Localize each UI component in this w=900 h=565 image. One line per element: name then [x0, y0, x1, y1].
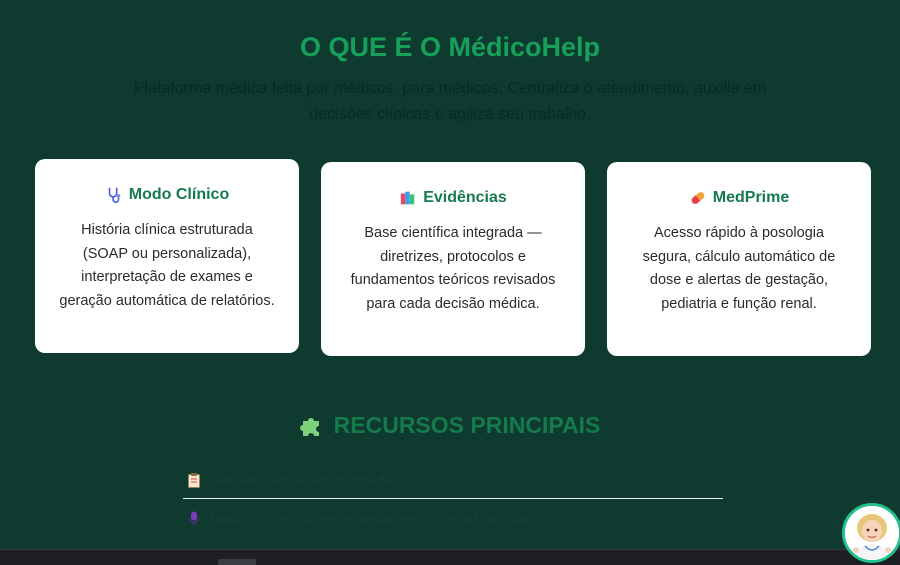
card-medprime: MedPrime Acesso rápido à posologia segur… [607, 162, 871, 356]
card-title-row: MedPrime [607, 188, 871, 208]
card-text: Base científica integrada — diretrizes, … [350, 225, 556, 312]
resources-list: História Clínica Automatizada Modo Voz —… [183, 462, 723, 536]
doctor-avatar[interactable] [842, 503, 900, 563]
list-item: História Clínica Automatizada [183, 462, 723, 499]
books-icon [400, 191, 415, 205]
card-text: História clínica estruturada (SOAP ou pe… [59, 222, 275, 309]
list-item: Modo Voz — converse diretamente com a Dr… [183, 499, 723, 536]
puzzle-icon [299, 417, 319, 436]
card-title-row: Modo Clínico [35, 185, 299, 205]
resources-title: RECURSOS PRINCIPAIS [333, 412, 601, 438]
microphone-icon [188, 511, 200, 525]
hero-subtitle: Plataforma médica feita por médicos, par… [133, 80, 767, 123]
doctor-avatar-icon [845, 506, 899, 560]
list-item-label: Modo Voz — converse diretamente com a Dr… [210, 509, 549, 526]
resources-heading: RECURSOS PRINCIPAIS [0, 412, 900, 439]
taskbar [0, 549, 900, 565]
clipboard-icon [188, 473, 200, 488]
list-item-label: História Clínica Automatizada [210, 472, 393, 488]
card-title: Modo Clínico [128, 186, 230, 203]
card-modo-clinico: Modo Clínico História clínica estruturad… [35, 159, 299, 353]
card-title: Evidências [423, 189, 507, 206]
card-title-row: Evidências [321, 188, 585, 208]
hero-title-prefix: O QUE É O [299, 32, 449, 62]
pill-icon [691, 192, 705, 204]
stethoscope-icon [108, 187, 121, 203]
card-text: Acesso rápido à posologia segura, cálcul… [642, 225, 836, 312]
card-title: MedPrime [712, 189, 790, 206]
taskbar-item[interactable] [218, 559, 256, 565]
card-evidencias: Evidências Base científica integrada — d… [321, 162, 585, 356]
hero-title: O QUE É O MédicoHelp [0, 32, 900, 63]
hero-title-brand: MédicoHelp [448, 32, 601, 62]
